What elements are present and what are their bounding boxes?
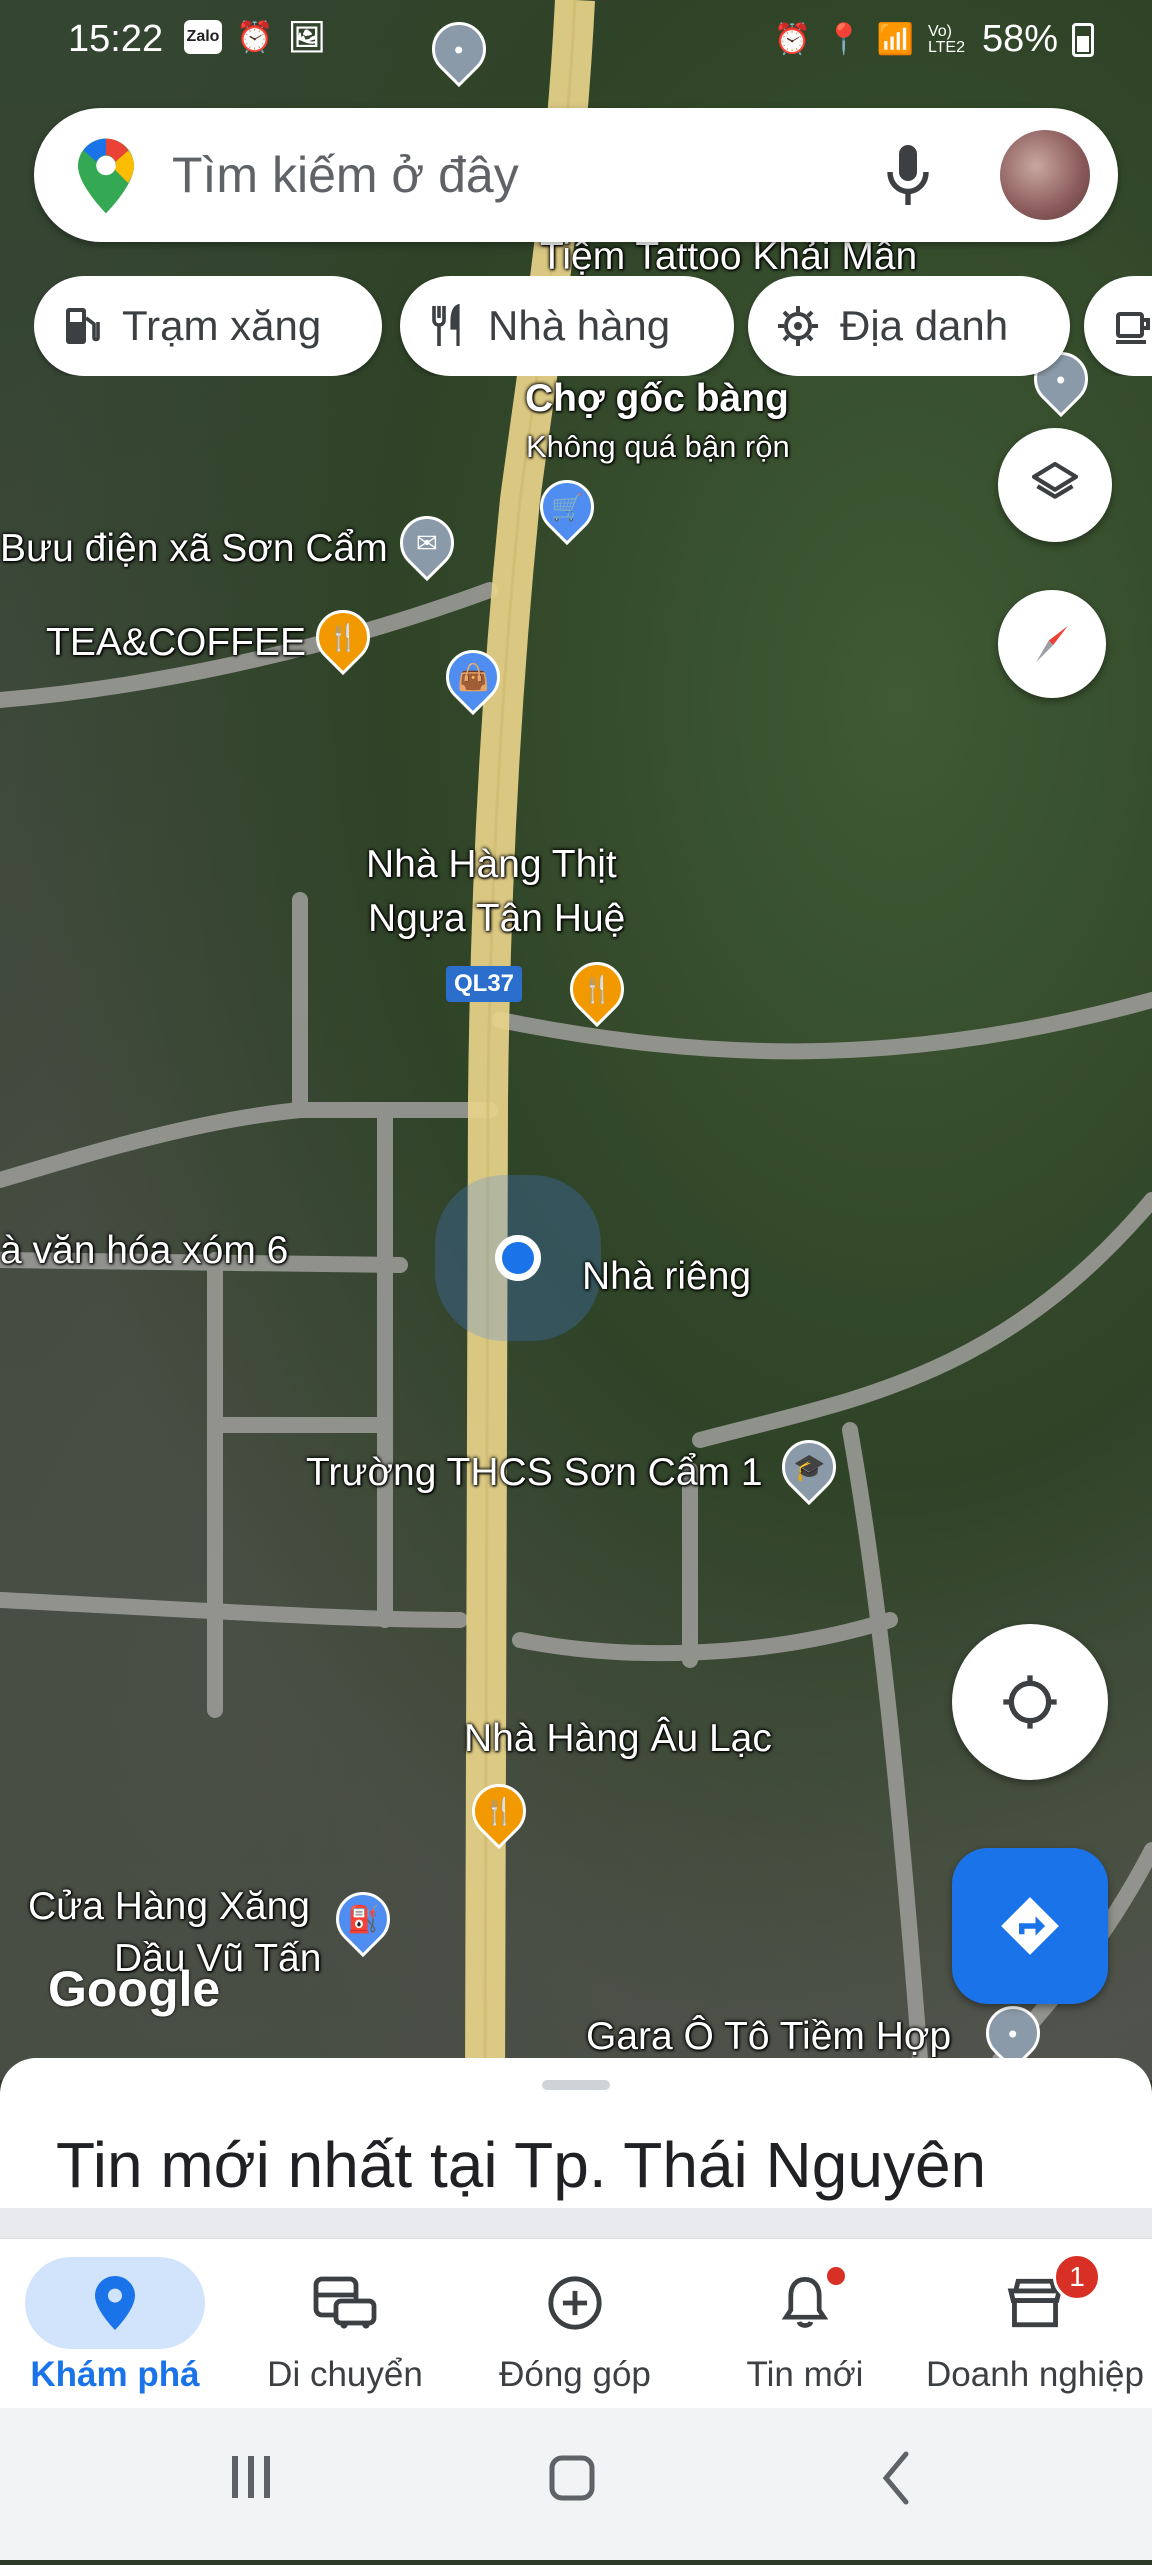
sheet-title: Tin mới nhất tại Tp. Thái Nguyên [56,2129,987,2201]
restaurant-icon [428,304,468,348]
nav-explore[interactable]: Khám phá [0,2239,230,2409]
microphone-icon[interactable] [884,142,932,208]
nav-commute[interactable]: Di chuyển [230,2239,460,2409]
directions-icon [1001,1897,1059,1955]
map-label-cho-goc-bang-sub: Không quá bận rộn [526,429,790,464]
bell-icon [781,2276,829,2328]
nav-contribute-icon-wrap [485,2257,665,2349]
my-location-button[interactable] [952,1624,1108,1780]
system-navigation-bar [0,2408,1152,2560]
nav-label: Tin mới [746,2355,864,2394]
contribute-icon [548,2276,602,2330]
layers-icon [1031,461,1079,499]
sheet-drag-handle[interactable] [542,2080,610,2090]
coffee-icon [1112,304,1152,348]
gallery-icon: 🖼 [287,20,327,54]
notification-dot [827,2267,845,2285]
map-label-cho-goc-bang[interactable]: Chợ gốc bàng [525,378,789,420]
chip-restaurant[interactable]: Nhà hàng [400,276,734,376]
battery-percent: 58% [981,18,1058,60]
wifi-icon: 📶 [876,23,914,56]
status-notification-icons: Zalo ⏰ 🖼 [184,20,326,54]
map-label-au-lac[interactable]: Nhà Hàng Âu Lạc [464,1718,772,1760]
map-label-truong[interactable]: Trường THCS Sơn Cẩm 1 [306,1452,763,1494]
nav-label: Khám phá [30,2355,200,2394]
crosshair-icon [1003,1675,1057,1729]
sheet-divider [0,2208,1152,2238]
chip-landmark[interactable]: Địa danh [748,276,1070,376]
search-input[interactable]: Tìm kiếm ở đây [172,146,519,204]
zalo-icon: Zalo [184,20,222,54]
recent-apps-icon[interactable] [232,2456,270,2498]
nav-updates-icon-wrap [715,2257,895,2349]
map-label-nha-rieng[interactable]: Nhà riêng [582,1256,751,1298]
home-icon[interactable] [549,2455,595,2501]
explore-pin-icon [95,2276,135,2330]
chip-label: Địa danh [840,302,1009,349]
battery-icon [1072,22,1094,57]
alarm-icon: ⏰ [773,23,812,56]
nav-commute-icon-wrap [255,2257,435,2349]
nav-contribute[interactable]: Đóng góp [460,2239,690,2409]
account-avatar[interactable] [1000,130,1090,220]
map-label-tea-coffee[interactable]: TEA&COFFEE [46,622,306,664]
status-bar: 15:22 Zalo ⏰ 🖼 ⏰ 📍 📶 Vo) LTE2 58% [0,0,1152,80]
nav-updates[interactable]: Tin mới [690,2239,920,2409]
status-time: 15:22 [68,18,164,60]
bottom-navigation: Khám phá Di chuyển Đóng góp Tin mới 1 Do… [0,2238,1152,2409]
nav-business-icon-wrap: 1 [945,2253,1125,2349]
nav-label: Doanh nghiệp [926,2355,1144,2394]
map-label-nha-hang-thit-1[interactable]: Nhà Hàng Thịt [366,844,617,886]
map-label-nha-hang-thit-2[interactable]: Ngựa Tân Huệ [368,898,625,940]
back-icon[interactable] [882,2451,909,2505]
layers-button[interactable] [998,428,1112,542]
map-label-buu-dien[interactable]: Bưu điện xã Sơn Cẩm [0,528,388,570]
road-shield-ql37: QL37 [446,966,523,1002]
map-label-xang-1[interactable]: Cửa Hàng Xăng [28,1886,310,1928]
compass-icon [1036,626,1068,662]
chip-gas-station[interactable]: Trạm xăng [34,276,382,376]
nav-label: Đóng góp [499,2355,651,2394]
system-nav-buttons [232,2451,909,2505]
directions-button[interactable] [952,1848,1108,2004]
map-label-van-hoa[interactable]: à văn hóa xóm 6 [0,1230,288,1272]
my-location-dot [495,1235,541,1281]
chip-label: Nhà hàng [488,302,671,349]
map-label-gara[interactable]: Gara Ô Tô Tiềm Hợp [586,2016,951,2058]
alarm-icon: ⏰ [236,20,274,54]
nav-explore-icon-wrap [25,2257,205,2349]
location-icon: 📍 [825,23,863,56]
search-bar[interactable]: Tìm kiếm ở đây [34,108,1118,242]
map-label-tattoo[interactable]: Tiệm Tattoo Khải Mẫn [540,236,917,278]
category-chips: Trạm xăng Nhà hàng Địa danh [34,276,1152,376]
gas-station-icon [62,304,102,348]
google-maps-logo-icon [78,138,134,214]
landmark-icon [776,304,820,348]
chip-label: Trạm xăng [122,302,322,349]
network-indicator: Vo) LTE2 [927,22,965,56]
compass-button[interactable] [998,590,1106,698]
commute-icon [313,2276,377,2329]
chip-cafe[interactable] [1084,276,1152,376]
nav-business[interactable]: 1 Doanh nghiệp [920,2239,1150,2409]
status-right-group: ⏰ 📍 📶 Vo) LTE2 58% [774,18,1094,61]
google-logo: Google [48,1961,221,2017]
nav-label: Di chuyển [267,2355,423,2394]
notification-badge: 1 [1053,2253,1101,2301]
